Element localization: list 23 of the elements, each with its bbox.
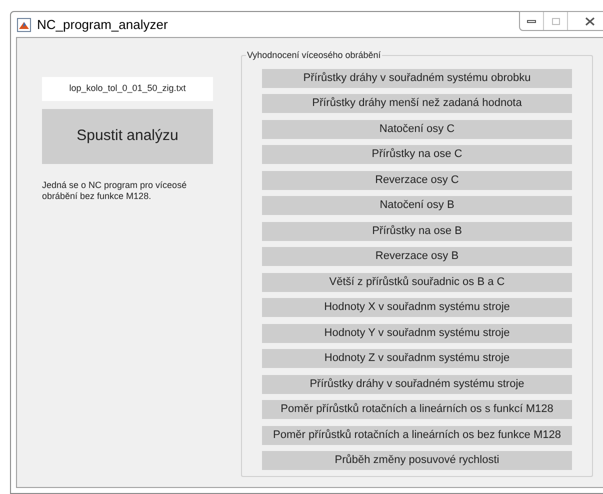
close-icon <box>585 16 595 26</box>
analysis-button[interactable]: Natočení osy C <box>262 120 572 138</box>
analysis-button[interactable]: Přírůstky dráhy v souřadném systému obrobku <box>262 68 572 88</box>
analysis-button[interactable]: Přírůstky na ose C <box>262 145 572 164</box>
analysis-button[interactable]: Poměr přírůstků rotačních a lineárních os bez funkce M128 <box>262 426 572 444</box>
info-text: Jedná se o NC program pro víceosé obrábění bez funkce M128. <box>42 180 188 202</box>
analysis-button[interactable]: Hodnoty X v souřadnm systému stroje <box>262 298 572 317</box>
analysis-button[interactable]: Reverzace osy B <box>262 247 572 266</box>
window-title: NC_program_analyzer <box>37 16 168 34</box>
analysis-button[interactable]: Větší z přírůstků souřadnic os B a C <box>262 272 572 292</box>
analysis-button[interactable]: Poměr přírůstků rotačních a lineárních os s funkcí M128 <box>262 400 572 419</box>
app-icon <box>17 18 31 32</box>
analysis-button[interactable]: Hodnoty Z v souřadnm systému stroje <box>262 349 572 368</box>
file-name-field[interactable]: lop_kolo_tol_0_01_50_zig.txt <box>42 77 213 101</box>
analysis-button[interactable]: Reverzace osy C <box>262 170 572 190</box>
analysis-button[interactable]: Přírůstky na ose B <box>262 222 572 240</box>
analysis-button[interactable]: Průběh změny posuvové rychlosti <box>262 451 572 470</box>
analysis-button[interactable]: Přírůstky dráhy menší než zadaná hodnota <box>262 94 572 113</box>
analysis-button[interactable]: Natočení osy B <box>262 196 572 215</box>
analysis-button[interactable]: Přírůstky dráhy v souřadném systému stroje <box>262 374 572 394</box>
analysis-button[interactable]: Hodnoty Y v souřadnm systému stroje <box>262 324 572 342</box>
run-analysis-button[interactable]: Spustit analýzu <box>42 109 213 164</box>
panel-title: Vyhodnocení víceosého obrábění <box>246 49 382 62</box>
